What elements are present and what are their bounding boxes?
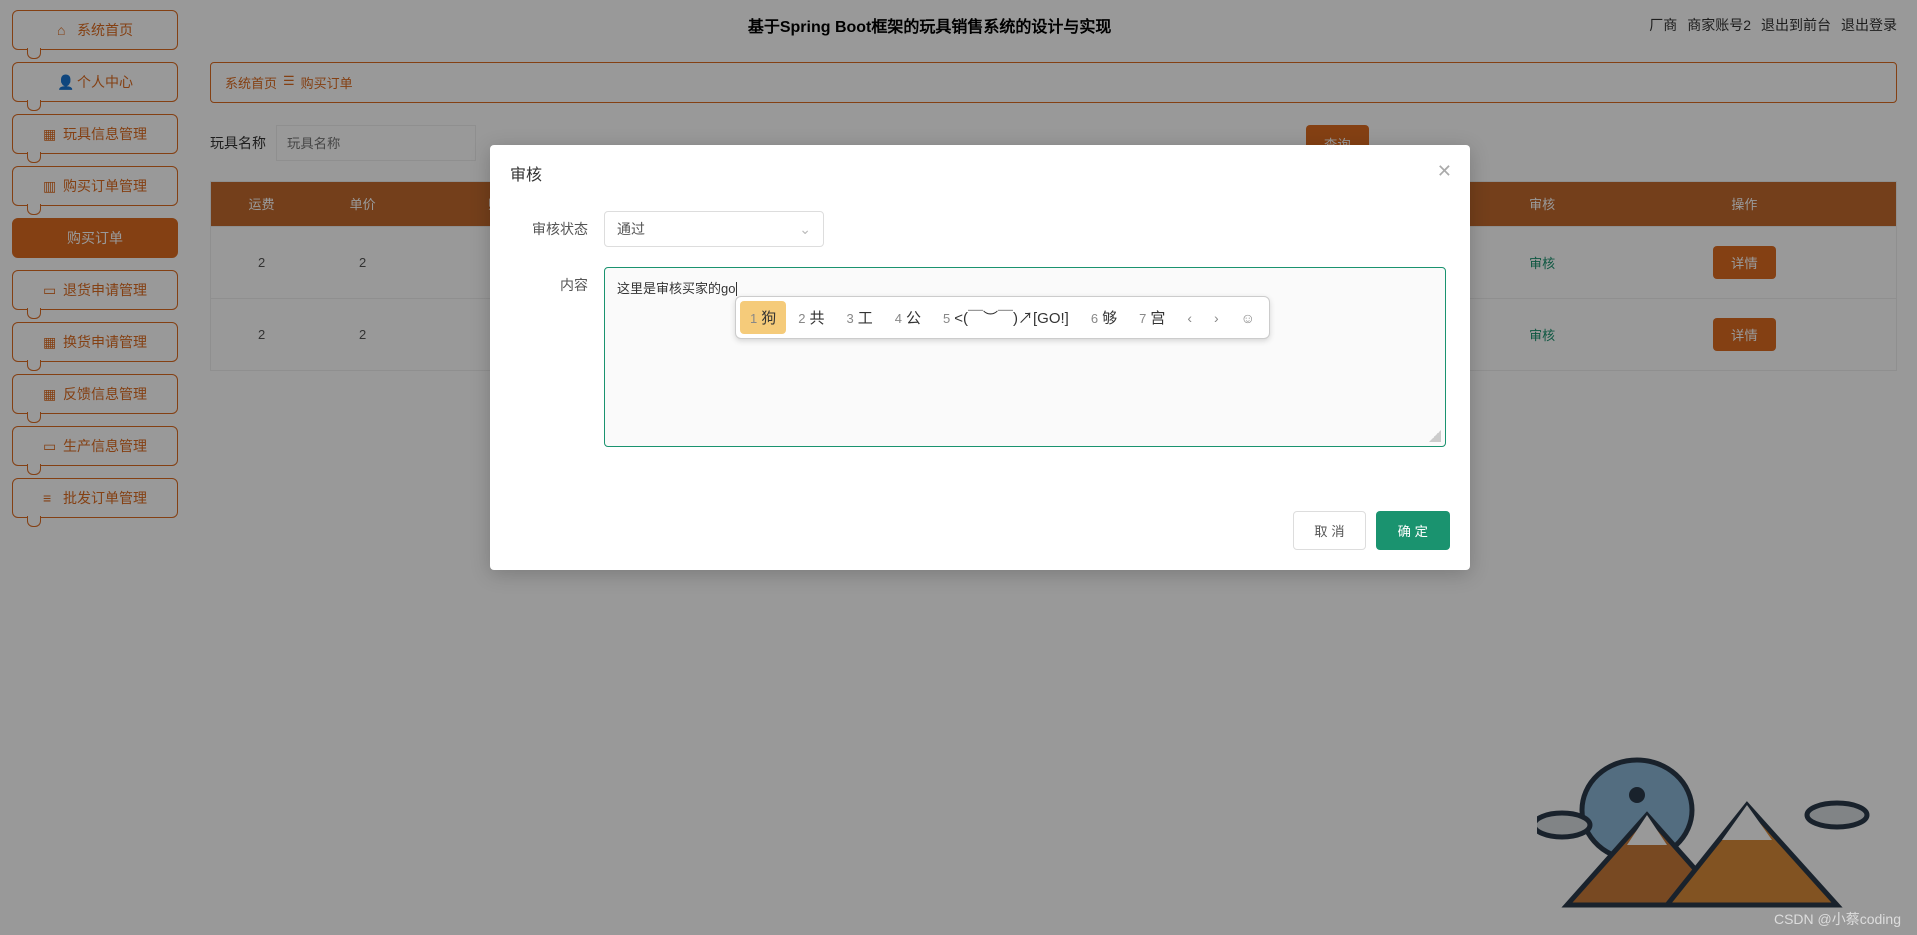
ime-candidate[interactable]: 4公 [885,301,931,334]
ime-candidate[interactable]: 2共 [788,301,834,334]
audit-dialog: 审核 ✕ 审核状态 通过 ⌄ 内容 这里是审核买家的go 1狗 2共 3工 4公… [490,145,1470,570]
dialog-title: 审核 [510,167,542,184]
text-cursor [736,282,737,296]
content-label: 内容 [514,267,604,295]
ime-prev-icon[interactable]: ‹ [1177,304,1202,332]
ime-next-icon[interactable]: › [1204,304,1229,332]
ime-candidate[interactable]: 7宫 [1129,301,1175,334]
ime-candidate[interactable]: 5<(￣︶￣)↗[GO!] [933,301,1079,334]
ime-emoji-icon[interactable]: ☺ [1231,304,1265,332]
ime-candidate[interactable]: 3工 [837,301,883,334]
status-label: 审核状态 [514,211,604,239]
cancel-button[interactable]: 取 消 [1293,511,1365,550]
ime-candidate[interactable]: 1狗 [740,301,786,334]
content-textarea[interactable]: 这里是审核买家的go 1狗 2共 3工 4公 5<(￣︶￣)↗[GO!] 6够 … [604,267,1446,447]
watermark: CSDN @小蔡coding [1774,909,1901,929]
ime-candidates[interactable]: 1狗 2共 3工 4公 5<(￣︶￣)↗[GO!] 6够 7宫 ‹ › ☺ [735,296,1270,339]
close-icon[interactable]: ✕ [1437,161,1452,182]
confirm-button[interactable]: 确 定 [1376,511,1450,550]
resize-handle-icon[interactable] [1429,430,1441,442]
status-select[interactable]: 通过 ⌄ [604,211,824,247]
ime-candidate[interactable]: 6够 [1081,301,1127,334]
chevron-down-icon: ⌄ [799,221,811,238]
